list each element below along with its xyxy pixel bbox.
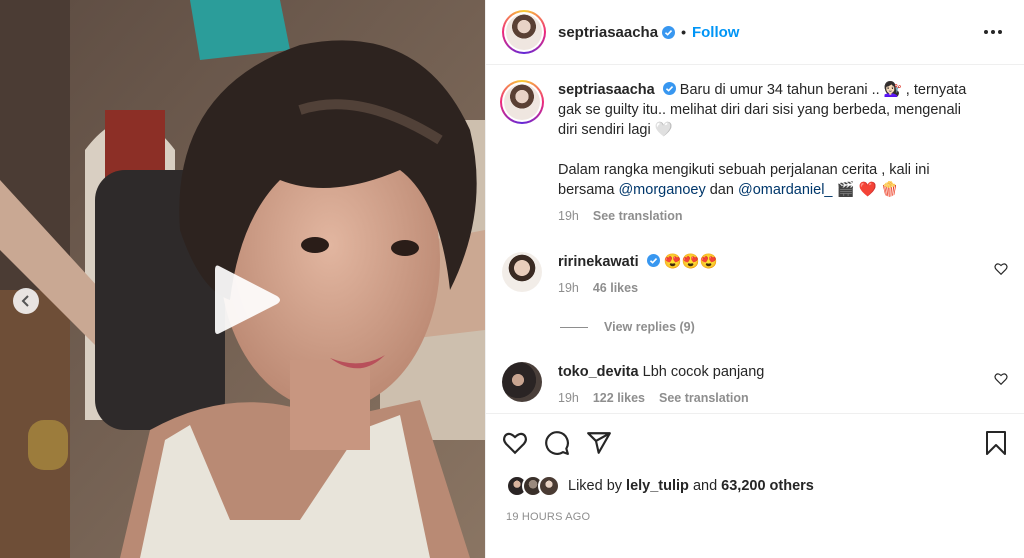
separator-dot: • bbox=[681, 24, 686, 40]
commenter-avatar[interactable] bbox=[502, 252, 542, 292]
see-translation-link[interactable]: See translation bbox=[593, 206, 683, 226]
more-options-icon[interactable] bbox=[978, 24, 1008, 40]
caption-emoji: 🎬 ❤️ 🍿 bbox=[832, 182, 899, 198]
commenter-avatar[interactable] bbox=[502, 362, 542, 402]
comment-time[interactable]: 19h bbox=[558, 388, 579, 408]
likes-connector: and bbox=[692, 478, 718, 494]
caption-connector: dan bbox=[705, 182, 738, 198]
liker-username[interactable]: lely_tulip bbox=[626, 478, 689, 494]
play-icon[interactable] bbox=[213, 262, 283, 338]
caption: septriasaacha Baru di umur 34 tahun bera… bbox=[500, 80, 1008, 226]
commenter-username[interactable]: ririnekawati bbox=[558, 254, 639, 270]
caption-author-avatar[interactable] bbox=[500, 80, 544, 124]
comment-likes[interactable]: 122 likes bbox=[593, 388, 645, 408]
post-header: septriasaacha • Follow bbox=[486, 0, 1024, 65]
author-avatar[interactable] bbox=[502, 10, 546, 54]
likes-others-link[interactable]: 63,200 others bbox=[721, 478, 814, 494]
comments-list[interactable]: septriasaacha Baru di umur 34 tahun bera… bbox=[486, 66, 1024, 412]
caption-time[interactable]: 19h bbox=[558, 206, 579, 226]
comment-item: ririnekawati 😍😍😍 19h 46 likes bbox=[502, 252, 1008, 298]
view-replies-button[interactable]: View replies (9) bbox=[560, 320, 695, 334]
caption-username[interactable]: septriasaacha bbox=[558, 82, 655, 98]
mention-link[interactable]: @morganoey bbox=[618, 182, 705, 198]
author-username[interactable]: septriasaacha bbox=[558, 24, 658, 41]
liker-avatars[interactable] bbox=[506, 475, 560, 497]
comment-item: toko_devita Lbh cocok panjang 19h 122 li… bbox=[502, 362, 1008, 408]
post-actions-section: Liked by lely_tulip and 63,200 others 19… bbox=[486, 413, 1024, 558]
likes-prefix: Liked by bbox=[568, 478, 623, 494]
heart-icon[interactable] bbox=[994, 262, 1008, 276]
previous-media-button[interactable] bbox=[13, 288, 39, 314]
instagram-post: septriasaacha • Follow septriasaacha Bar… bbox=[0, 0, 1024, 558]
follow-button[interactable]: Follow bbox=[692, 24, 740, 41]
post-video[interactable] bbox=[0, 0, 485, 558]
view-replies-label: View replies (9) bbox=[604, 320, 695, 334]
comment-likes[interactable]: 46 likes bbox=[593, 278, 638, 298]
mention-link[interactable]: @omardaniel_ bbox=[738, 182, 833, 198]
comment-time[interactable]: 19h bbox=[558, 278, 579, 298]
share-icon[interactable] bbox=[586, 430, 612, 456]
verified-badge-icon bbox=[662, 25, 676, 39]
action-bar bbox=[502, 430, 612, 456]
likes-summary: Liked by lely_tulip and 63,200 others bbox=[506, 475, 814, 497]
commenter-username[interactable]: toko_devita bbox=[558, 364, 639, 380]
chevron-left-icon bbox=[21, 295, 29, 307]
see-translation-link[interactable]: See translation bbox=[659, 388, 749, 408]
heart-icon[interactable] bbox=[502, 430, 528, 456]
verified-badge-icon bbox=[646, 254, 660, 267]
post-timestamp[interactable]: 19 HOURS AGO bbox=[506, 511, 590, 523]
bookmark-icon[interactable] bbox=[984, 430, 1008, 456]
replies-divider bbox=[560, 326, 588, 328]
heart-icon[interactable] bbox=[994, 372, 1008, 386]
comment-text: 😍😍😍 bbox=[663, 254, 718, 270]
post-side-panel: septriasaacha • Follow septriasaacha Bar… bbox=[485, 0, 1024, 558]
comment-text: Lbh cocok panjang bbox=[642, 364, 765, 380]
verified-badge-icon bbox=[662, 82, 676, 95]
comment-icon[interactable] bbox=[544, 430, 570, 456]
